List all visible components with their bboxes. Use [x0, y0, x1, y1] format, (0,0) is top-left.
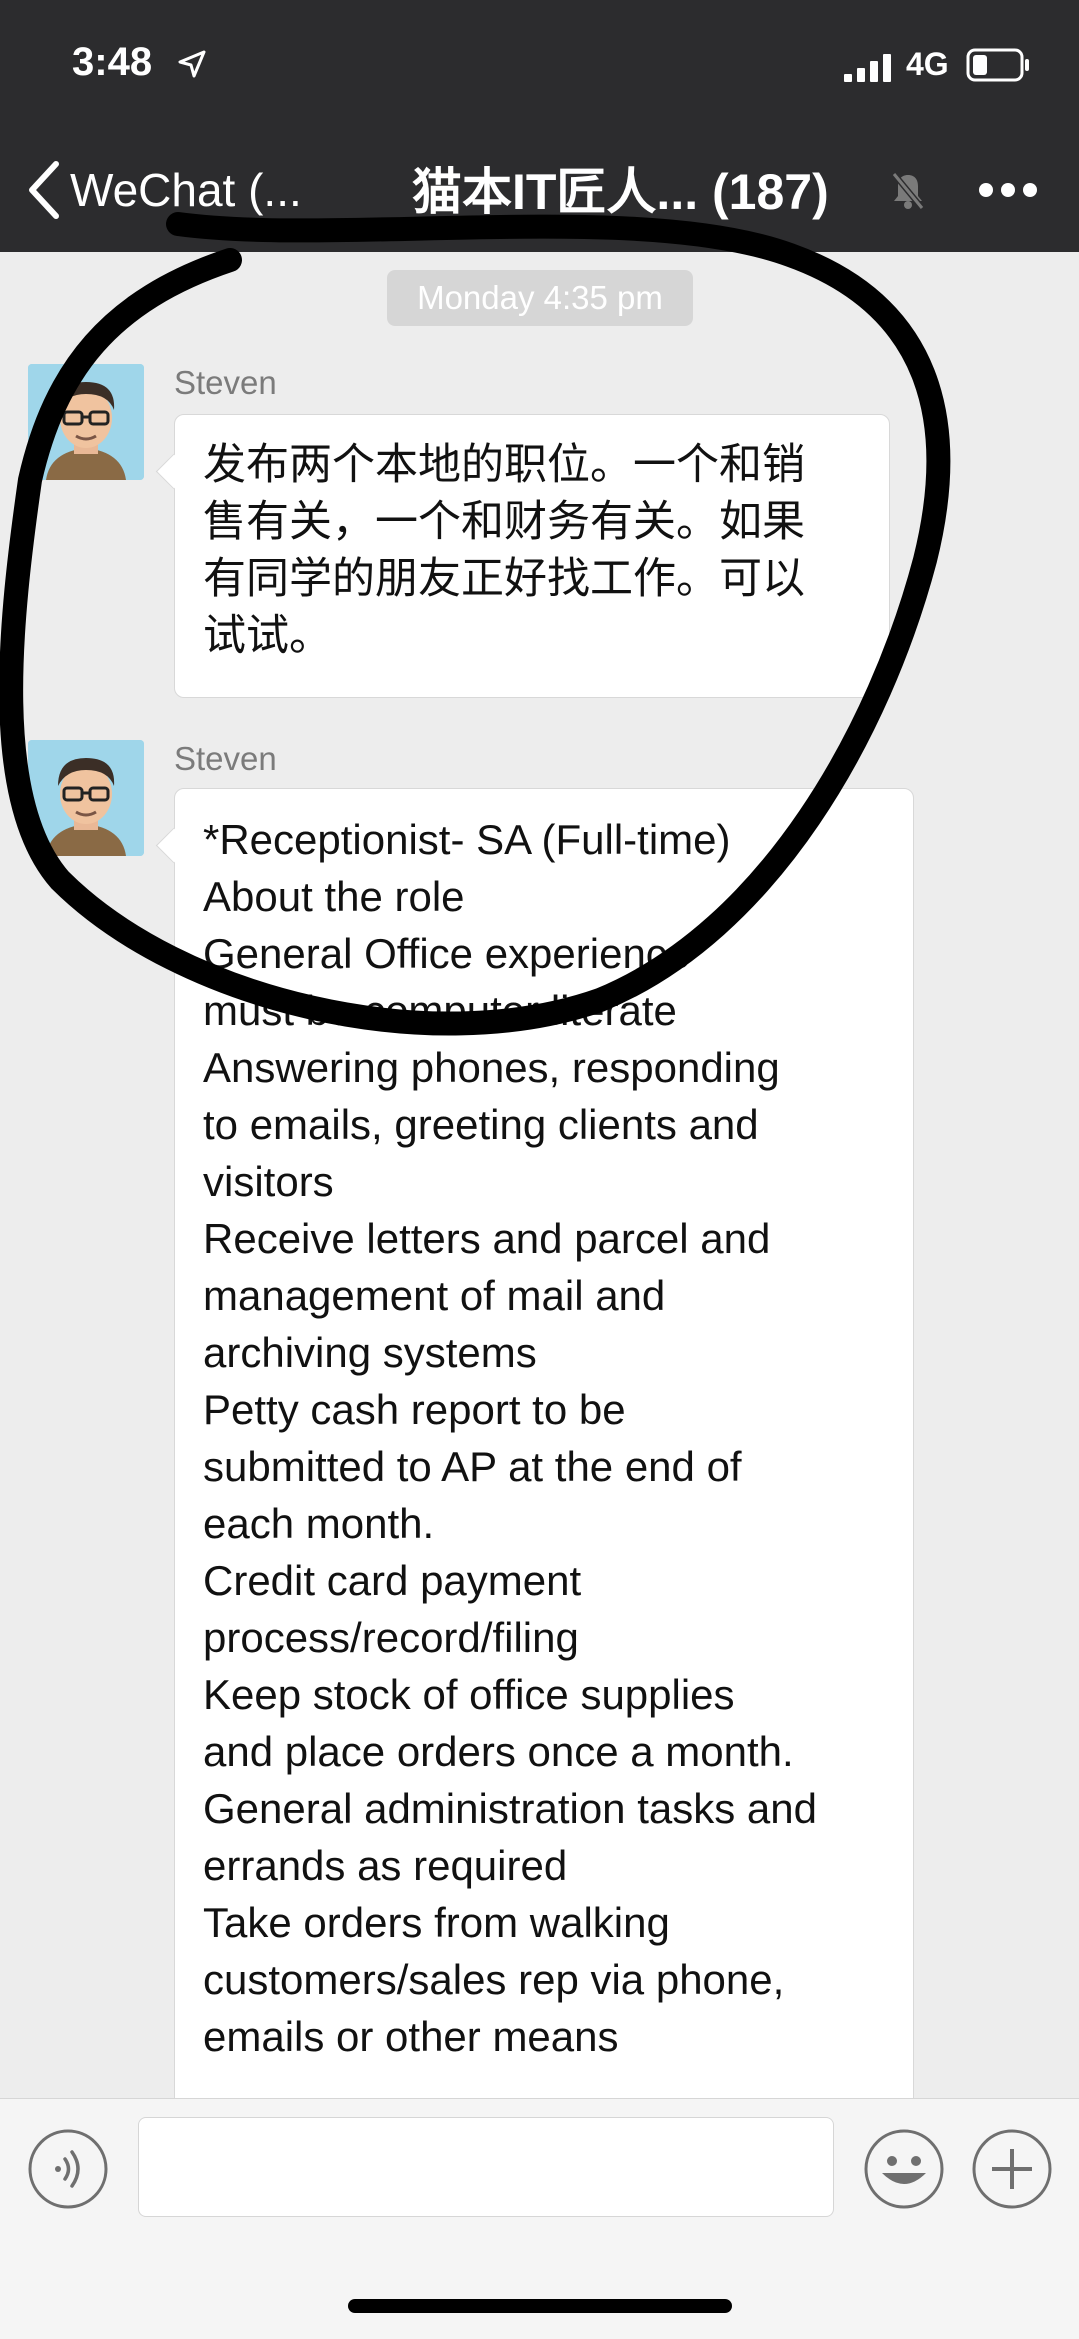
message-bubble[interactable]: 发布两个本地的职位。一个和销 售有关，一个和财务有关。如果 有同学的朋友正好找工…: [155, 414, 890, 698]
signal-icon: [844, 54, 891, 82]
avatar[interactable]: [28, 740, 144, 856]
back-label: WeChat (...: [70, 164, 302, 216]
avatar-cartoon-icon: [28, 740, 144, 856]
top-bar: 3:48 4G WeChat (... 猫本IT匠人... (187): [0, 0, 1079, 252]
message-text: *Receptionist- SA (Full-time) About the …: [203, 816, 817, 2060]
sender-name: Steven: [174, 364, 277, 401]
avatar-cartoon-icon: [28, 364, 144, 480]
voice-icon[interactable]: [28, 2129, 108, 2209]
sender-name: Steven: [174, 740, 277, 777]
location-arrow-icon: [178, 50, 206, 78]
message-text: 发布两个本地的职位。一个和销 售有关，一个和财务有关。如果 有同学的朋友正好找工…: [203, 440, 805, 661]
avatar[interactable]: [28, 364, 144, 480]
chat-timestamp: Monday 4:35 pm: [387, 270, 693, 326]
back-button[interactable]: WeChat (...: [26, 150, 302, 230]
message-input[interactable]: [138, 2117, 834, 2217]
bubble-tail: [155, 453, 192, 490]
network-type: 4G: [906, 46, 949, 82]
message-bubble[interactable]: *Receptionist- SA (Full-time) About the …: [155, 788, 914, 2128]
chevron-left-icon: [29, 161, 59, 219]
home-indicator[interactable]: [348, 2299, 732, 2313]
battery-icon: [966, 48, 1029, 82]
chat-title: 猫本IT匠人... (187): [412, 164, 829, 220]
emoji-icon[interactable]: [864, 2129, 944, 2209]
bell-muted-icon: [891, 172, 925, 210]
status-time: 3:48: [72, 40, 153, 84]
bubble-tail: [155, 827, 192, 864]
plus-icon[interactable]: [972, 2129, 1052, 2209]
more-dots-icon[interactable]: [976, 170, 1040, 210]
